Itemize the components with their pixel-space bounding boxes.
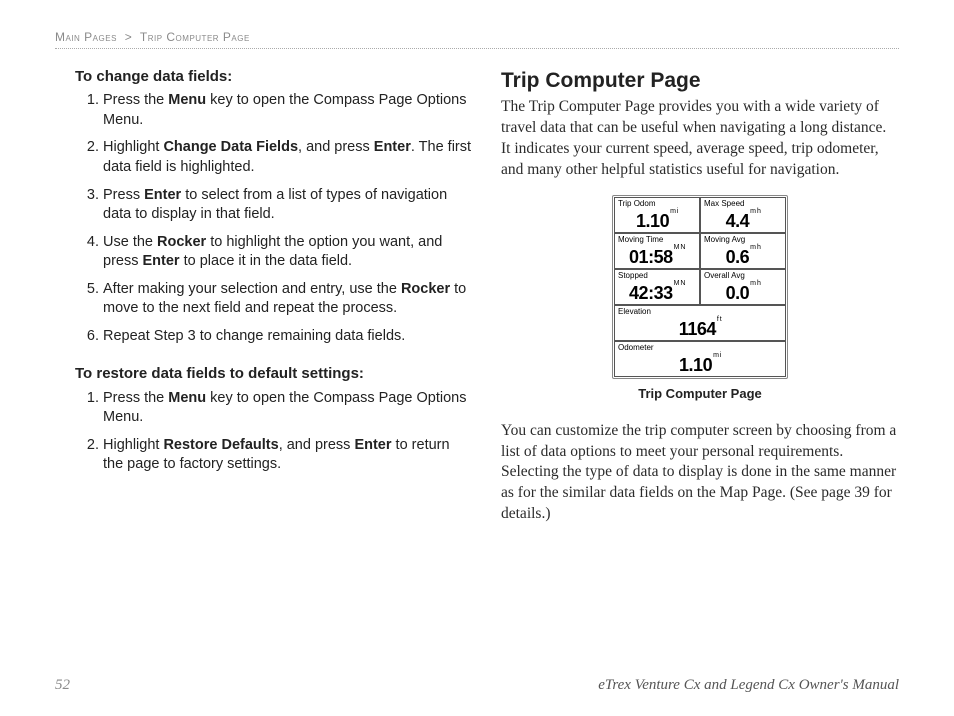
cell-unit: m h [750,245,760,251]
detail-paragraph: You can customize the trip computer scre… [501,421,899,526]
cell-label: Stopped [618,271,648,282]
cell-unit: m h [750,209,760,215]
subhead-change: To change data fields: [75,67,473,87]
intro-paragraph: The Trip Computer Page provides you with… [501,97,899,181]
list-item: After making your selection and entry, u… [103,280,473,319]
data-field-cell: Elevation1164f t [614,305,786,341]
cell-label: Moving Time [618,235,663,246]
crumb-page: Trip Computer Page [140,30,250,44]
device-grid: Trip Odom1.10m iMax Speed4.4m hMoving Ti… [614,197,786,377]
steps-change: Press the Menu key to open the Compass P… [75,91,473,346]
cell-label: Elevation [618,307,651,318]
data-field-cell: Odometer1.10m i [614,341,786,377]
device-figure: Trip Odom1.10m iMax Speed4.4m hMoving Ti… [501,195,899,403]
data-field-cell: Overall Avg0.0m h [700,269,786,305]
page-number: 52 [55,677,70,694]
list-item: Highlight Change Data Fields, and press … [103,138,473,177]
list-item: Repeat Step 3 to change remaining data f… [103,327,473,347]
crumb-sep: > [125,30,133,44]
cell-unit: M N [674,245,685,251]
cell-label: Moving Avg [704,235,745,246]
right-column: Trip Computer Page The Trip Computer Pag… [501,67,899,657]
cell-unit: m i [713,353,721,359]
page-footer: 52 eTrex Venture Cx and Legend Cx Owner'… [55,677,899,694]
data-field-cell: Trip Odom1.10m i [614,197,700,233]
list-item: Highlight Restore Defaults, and press En… [103,436,473,475]
cell-unit: m h [750,281,760,287]
figure-caption: Trip Computer Page [501,385,899,403]
data-field-cell: Stopped42:33M N [614,269,700,305]
left-column: To change data fields: Press the Menu ke… [55,67,473,657]
cell-label: Overall Avg [704,271,745,282]
content-columns: To change data fields: Press the Menu ke… [55,67,899,657]
cell-unit: m i [670,209,678,215]
list-item: Press the Menu key to open the Compass P… [103,389,473,428]
data-field-cell: Moving Avg0.6m h [700,233,786,269]
breadcrumb: Main Pages > Trip Computer Page [55,30,899,49]
section-title: Trip Computer Page [501,67,899,95]
cell-unit: M N [674,281,685,287]
cell-label: Odometer [618,343,654,354]
device-screen: Trip Odom1.10m iMax Speed4.4m hMoving Ti… [612,195,788,379]
cell-label: Max Speed [704,199,744,210]
cell-label: Trip Odom [618,199,656,210]
list-item: Press the Menu key to open the Compass P… [103,91,473,130]
cell-unit: f t [717,317,721,323]
steps-restore: Press the Menu key to open the Compass P… [75,389,473,475]
manual-title: eTrex Venture Cx and Legend Cx Owner's M… [598,677,899,694]
data-field-cell: Moving Time01:58M N [614,233,700,269]
data-field-cell: Max Speed4.4m h [700,197,786,233]
list-item: Use the Rocker to highlight the option y… [103,233,473,272]
crumb-main: Main Pages [55,30,117,44]
list-item: Press Enter to select from a list of typ… [103,186,473,225]
subhead-restore: To restore data fields to default settin… [75,364,473,384]
